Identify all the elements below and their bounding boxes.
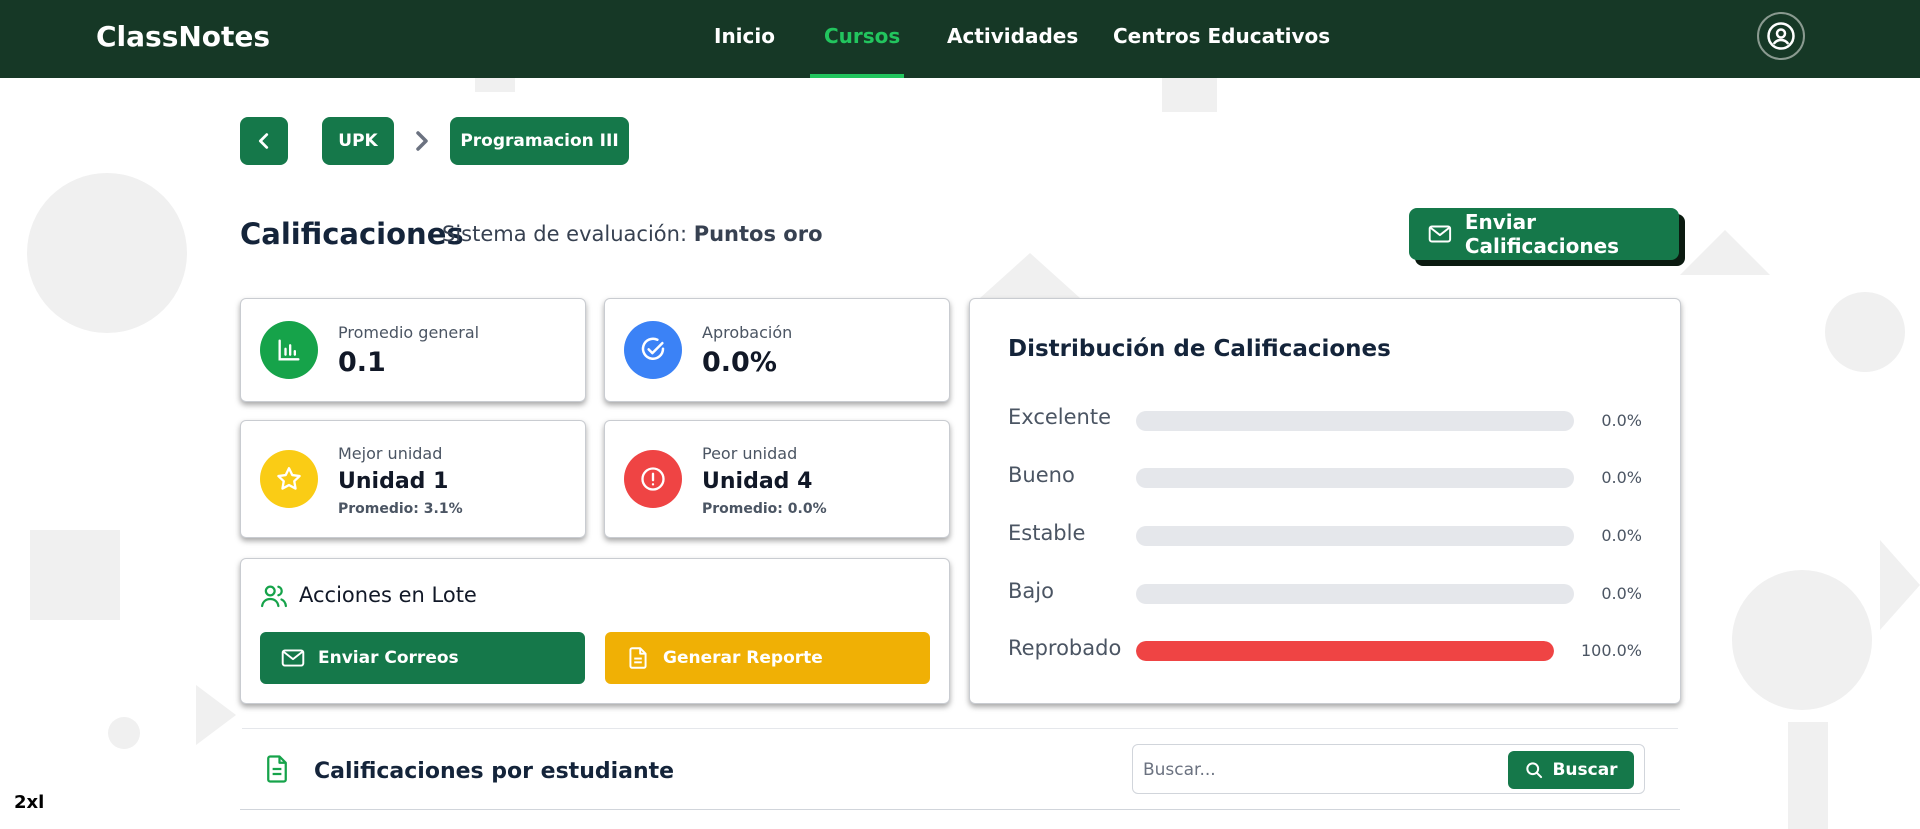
nav-item-centros-educativos[interactable]: Centros Educativos (1113, 24, 1330, 48)
distribution-percent: 0.0% (1601, 526, 1642, 545)
users-icon (261, 585, 287, 608)
page-title: Calificaciones (240, 217, 464, 251)
distribution-percent: 100.0% (1580, 641, 1642, 660)
send-grades-label: Enviar Calificaciones (1464, 210, 1620, 258)
background-bar (1788, 722, 1828, 829)
stat-value: 0.1 (338, 347, 386, 378)
distribution-label: Bueno (1008, 463, 1075, 487)
distribution-percent: 0.0% (1601, 584, 1642, 603)
active-nav-indicator (810, 74, 904, 78)
evaluation-system-value: Puntos oro (693, 222, 823, 246)
distribution-percent: 0.0% (1601, 411, 1642, 430)
table-header-divider (240, 809, 1680, 810)
stat-subtext: Promedio: 0.0% (702, 501, 827, 517)
search-input[interactable] (1143, 757, 1503, 783)
stat-value: Unidad 4 (702, 469, 813, 494)
background-circle (1825, 292, 1905, 372)
distribution-bar (1136, 411, 1574, 431)
chevron-right-icon (410, 126, 434, 160)
nav-item-actividades[interactable]: Actividades (947, 24, 1078, 48)
chart-bar-icon (260, 321, 318, 379)
generate-report-button[interactable]: Generar Reporte (605, 632, 930, 684)
stat-card-approval: Aprobación 0.0% (604, 298, 950, 402)
background-circle (108, 717, 140, 749)
background-square (1162, 78, 1217, 112)
batch-actions-card: Acciones en Lote Enviar Correos Generar … (240, 558, 950, 704)
distribution-bar (1136, 526, 1574, 546)
stat-label: Peor unidad (702, 444, 798, 463)
background-square (475, 78, 515, 92)
breadcrumb-item-upk[interactable]: UPK (322, 117, 394, 165)
grade-distribution-card: Distribución de Calificaciones Excelente… (969, 298, 1681, 704)
generate-report-label: Generar Reporte (663, 648, 823, 668)
background-circle (27, 173, 187, 333)
stat-card-average: Promedio general 0.1 (240, 298, 586, 402)
send-emails-button[interactable]: Enviar Correos (260, 632, 585, 684)
background-triangle (1680, 230, 1770, 275)
chevron-left-icon (258, 133, 269, 149)
distribution-label: Excelente (1008, 405, 1112, 429)
distribution-bar (1136, 641, 1554, 661)
search-button-label: Buscar (1552, 760, 1618, 780)
user-profile-button[interactable] (1757, 12, 1805, 60)
back-button[interactable] (240, 117, 288, 165)
search-button[interactable]: Buscar (1508, 751, 1634, 789)
file-text-icon (267, 755, 287, 783)
stat-value: Unidad 1 (338, 469, 449, 494)
search-icon (1526, 762, 1543, 779)
star-icon (260, 450, 318, 508)
check-circle-icon (624, 321, 682, 379)
stat-value: 0.0% (702, 347, 777, 378)
student-grades-title: Calificaciones por estudiante (314, 759, 675, 784)
distribution-label: Reprobado (1008, 636, 1122, 660)
alert-circle-icon (624, 450, 682, 508)
search-box: Buscar (1132, 744, 1645, 794)
background-triangle (196, 685, 236, 745)
mail-icon (281, 649, 305, 667)
distribution-label: Bajo (1008, 579, 1054, 603)
distribution-bar (1136, 584, 1574, 604)
batch-actions-title: Acciones en Lote (299, 583, 477, 607)
stat-card-worst-unit: Peor unidad Unidad 4 Promedio: 0.0% (604, 420, 950, 538)
file-text-icon (629, 647, 647, 669)
background-triangle (1880, 540, 1920, 630)
top-navbar: ClassNotes Inicio Cursos Actividades Cen… (0, 0, 1920, 78)
student-grades-section: Calificaciones por estudiante Buscar (240, 728, 1680, 829)
distribution-title: Distribución de Calificaciones (1008, 336, 1391, 362)
stat-card-best-unit: Mejor unidad Unidad 1 Promedio: 3.1% (240, 420, 586, 538)
distribution-bar-fill (1136, 641, 1554, 661)
send-emails-label: Enviar Correos (318, 648, 459, 668)
breadcrumb-item-course[interactable]: Programacion III (450, 117, 629, 165)
brand-logo[interactable]: ClassNotes (96, 20, 270, 53)
nav-item-cursos[interactable]: Cursos (824, 24, 900, 48)
evaluation-system-label: Sistema de evaluación: (442, 222, 688, 246)
background-triangle (980, 253, 1080, 298)
distribution-percent: 0.0% (1601, 468, 1642, 487)
user-circle-icon (1767, 22, 1795, 50)
stat-label: Promedio general (338, 323, 480, 342)
background-circle (1732, 570, 1872, 710)
stat-label: Mejor unidad (338, 444, 443, 463)
breakpoint-indicator: 2xl (14, 792, 45, 813)
background-square (30, 530, 120, 620)
send-grades-button[interactable]: Enviar Calificaciones (1409, 208, 1679, 260)
stat-label: Aprobación (702, 323, 793, 342)
stat-subtext: Promedio: 3.1% (338, 501, 463, 517)
distribution-bar (1136, 468, 1574, 488)
distribution-label: Estable (1008, 521, 1086, 545)
nav-item-inicio[interactable]: Inicio (714, 24, 775, 48)
evaluation-system: Sistema de evaluación: Puntos oro (442, 222, 823, 246)
mail-icon (1428, 225, 1452, 243)
